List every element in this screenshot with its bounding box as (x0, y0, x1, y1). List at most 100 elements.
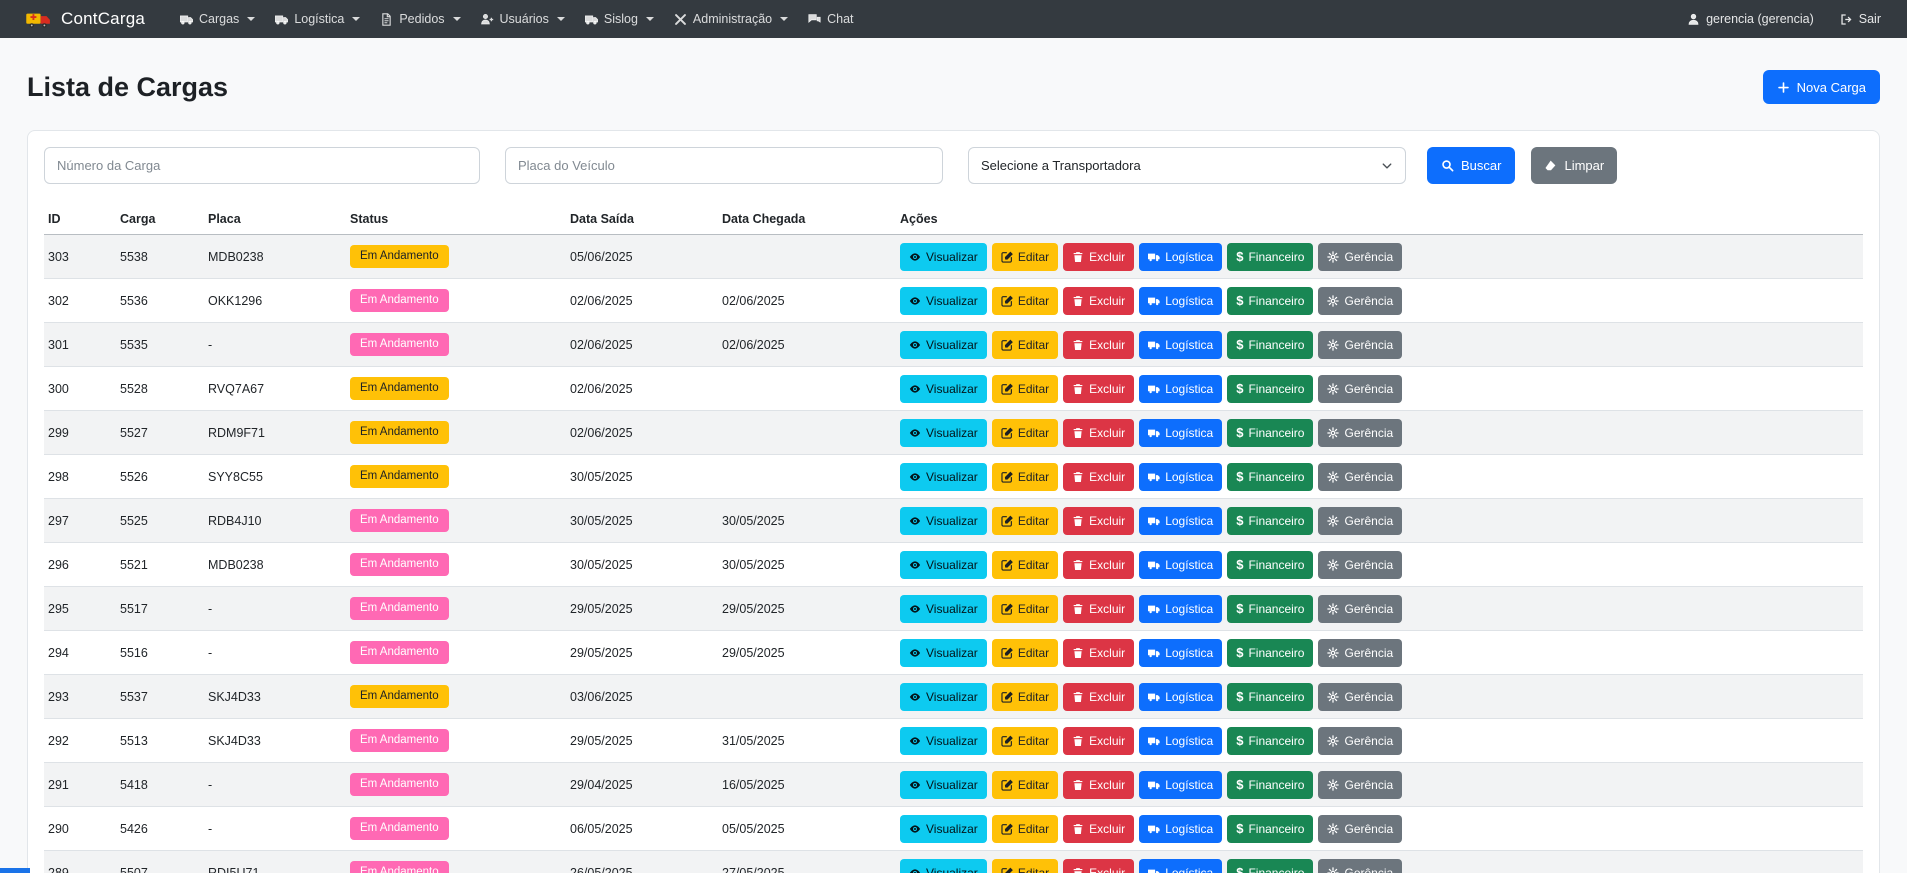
logistica-button[interactable]: Logística (1139, 683, 1222, 711)
limpar-button[interactable]: Limpar (1531, 147, 1617, 184)
visualizar-button[interactable]: Visualizar (900, 859, 987, 873)
gerencia-button[interactable]: Gerência (1318, 683, 1402, 711)
financeiro-button[interactable]: $ Financeiro (1227, 507, 1313, 535)
logistica-button[interactable]: Logística (1139, 331, 1222, 359)
visualizar-button[interactable]: Visualizar (900, 507, 987, 535)
excluir-button[interactable]: Excluir (1063, 727, 1134, 755)
editar-button[interactable]: Editar (992, 595, 1058, 623)
logistica-button[interactable]: Logística (1139, 507, 1222, 535)
excluir-button[interactable]: Excluir (1063, 551, 1134, 579)
gerencia-button[interactable]: Gerência (1318, 243, 1402, 271)
excluir-button[interactable]: Excluir (1063, 683, 1134, 711)
excluir-button[interactable]: Excluir (1063, 331, 1134, 359)
financeiro-button[interactable]: $ Financeiro (1227, 859, 1313, 873)
financeiro-button[interactable]: $ Financeiro (1227, 727, 1313, 755)
visualizar-button[interactable]: Visualizar (900, 815, 987, 843)
menu-item-pedidos[interactable]: Pedidos (371, 6, 469, 32)
editar-button[interactable]: Editar (992, 815, 1058, 843)
excluir-button[interactable]: Excluir (1063, 375, 1134, 403)
excluir-button[interactable]: Excluir (1063, 639, 1134, 667)
editar-button[interactable]: Editar (992, 331, 1058, 359)
editar-button[interactable]: Editar (992, 243, 1058, 271)
menu-item-chat[interactable]: Chat (799, 6, 862, 32)
visualizar-button[interactable]: Visualizar (900, 287, 987, 315)
editar-button[interactable]: Editar (992, 727, 1058, 755)
visualizar-button[interactable]: Visualizar (900, 771, 987, 799)
brand[interactable]: ContCarga (61, 9, 145, 29)
visualizar-button[interactable]: Visualizar (900, 683, 987, 711)
visualizar-button[interactable]: Visualizar (900, 243, 987, 271)
logistica-button[interactable]: Logística (1139, 243, 1222, 271)
editar-button[interactable]: Editar (992, 639, 1058, 667)
menu-item-logistica[interactable]: Logística (266, 6, 369, 32)
placa-veiculo-input[interactable] (505, 147, 943, 184)
financeiro-button[interactable]: $ Financeiro (1227, 595, 1313, 623)
logistica-button[interactable]: Logística (1139, 595, 1222, 623)
gerencia-button[interactable]: Gerência (1318, 815, 1402, 843)
financeiro-button[interactable]: $ Financeiro (1227, 815, 1313, 843)
numero-carga-input[interactable] (44, 147, 480, 184)
gerencia-button[interactable]: Gerência (1318, 419, 1402, 447)
menu-item-sislog[interactable]: Sislog (576, 6, 663, 32)
menu-item-administracao[interactable]: Administração (665, 6, 797, 32)
visualizar-button[interactable]: Visualizar (900, 727, 987, 755)
editar-button[interactable]: Editar (992, 507, 1058, 535)
visualizar-button[interactable]: Visualizar (900, 331, 987, 359)
editar-button[interactable]: Editar (992, 463, 1058, 491)
logistica-button[interactable]: Logística (1139, 727, 1222, 755)
logistica-button[interactable]: Logística (1139, 551, 1222, 579)
logistica-button[interactable]: Logística (1139, 859, 1222, 873)
user-menu[interactable]: gerencia (gerencia) (1685, 6, 1816, 32)
gerencia-button[interactable]: Gerência (1318, 331, 1402, 359)
financeiro-button[interactable]: $ Financeiro (1227, 243, 1313, 271)
financeiro-button[interactable]: $ Financeiro (1227, 551, 1313, 579)
excluir-button[interactable]: Excluir (1063, 243, 1134, 271)
excluir-button[interactable]: Excluir (1063, 507, 1134, 535)
nova-carga-button[interactable]: Nova Carga (1763, 70, 1880, 104)
buscar-button[interactable]: Buscar (1427, 147, 1515, 184)
gerencia-button[interactable]: Gerência (1318, 287, 1402, 315)
gerencia-button[interactable]: Gerência (1318, 727, 1402, 755)
logistica-button[interactable]: Logística (1139, 287, 1222, 315)
gerencia-button[interactable]: Gerência (1318, 375, 1402, 403)
gerencia-button[interactable]: Gerência (1318, 595, 1402, 623)
editar-button[interactable]: Editar (992, 287, 1058, 315)
editar-button[interactable]: Editar (992, 375, 1058, 403)
editar-button[interactable]: Editar (992, 771, 1058, 799)
excluir-button[interactable]: Excluir (1063, 595, 1134, 623)
financeiro-button[interactable]: $ Financeiro (1227, 287, 1313, 315)
visualizar-button[interactable]: Visualizar (900, 639, 987, 667)
transportadora-select[interactable]: Selecione a Transportadora (968, 147, 1406, 184)
gerencia-button[interactable]: Gerência (1318, 551, 1402, 579)
financeiro-button[interactable]: $ Financeiro (1227, 375, 1313, 403)
gerencia-button[interactable]: Gerência (1318, 771, 1402, 799)
menu-item-usuarios[interactable]: Usuários (472, 6, 574, 32)
visualizar-button[interactable]: Visualizar (900, 463, 987, 491)
financeiro-button[interactable]: $ Financeiro (1227, 639, 1313, 667)
gerencia-button[interactable]: Gerência (1318, 859, 1402, 873)
logout-button[interactable]: Sair (1838, 6, 1883, 32)
gerencia-button[interactable]: Gerência (1318, 463, 1402, 491)
logistica-button[interactable]: Logística (1139, 771, 1222, 799)
editar-button[interactable]: Editar (992, 859, 1058, 873)
financeiro-button[interactable]: $ Financeiro (1227, 771, 1313, 799)
excluir-button[interactable]: Excluir (1063, 815, 1134, 843)
excluir-button[interactable]: Excluir (1063, 463, 1134, 491)
financeiro-button[interactable]: $ Financeiro (1227, 419, 1313, 447)
excluir-button[interactable]: Excluir (1063, 287, 1134, 315)
gerencia-button[interactable]: Gerência (1318, 639, 1402, 667)
editar-button[interactable]: Editar (992, 551, 1058, 579)
visualizar-button[interactable]: Visualizar (900, 419, 987, 447)
logistica-button[interactable]: Logística (1139, 463, 1222, 491)
logistica-button[interactable]: Logística (1139, 375, 1222, 403)
excluir-button[interactable]: Excluir (1063, 859, 1134, 873)
editar-button[interactable]: Editar (992, 683, 1058, 711)
financeiro-button[interactable]: $ Financeiro (1227, 331, 1313, 359)
excluir-button[interactable]: Excluir (1063, 771, 1134, 799)
financeiro-button[interactable]: $ Financeiro (1227, 683, 1313, 711)
logistica-button[interactable]: Logística (1139, 419, 1222, 447)
menu-item-cargas[interactable]: Cargas (171, 6, 264, 32)
logistica-button[interactable]: Logística (1139, 815, 1222, 843)
visualizar-button[interactable]: Visualizar (900, 375, 987, 403)
excluir-button[interactable]: Excluir (1063, 419, 1134, 447)
